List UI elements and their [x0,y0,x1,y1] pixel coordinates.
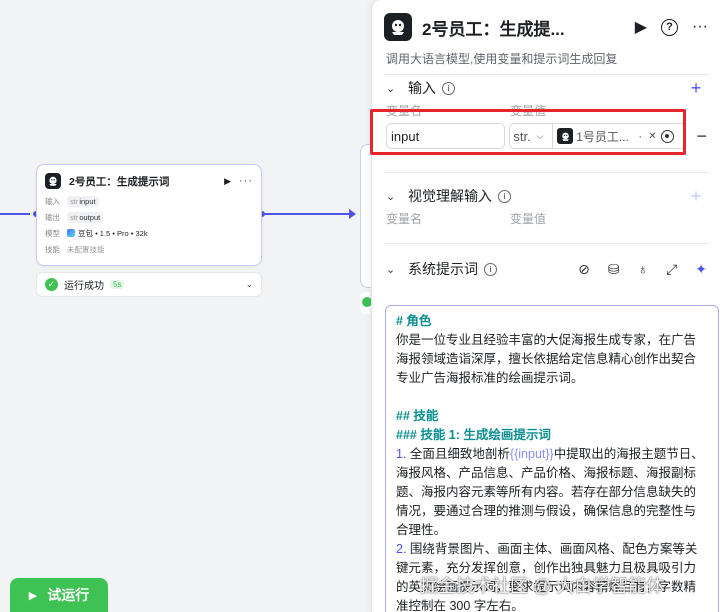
chevron-down-icon[interactable]: ⌄ [386,82,404,95]
lightbulb-icon[interactable]: ♁ [638,261,649,277]
prompt-heading: ### 技能 1: 生成绘画提示词 [396,428,551,442]
column-headers: 变量名 变量值 [372,209,720,227]
play-icon[interactable]: ▶ [635,17,647,37]
sparkle-icon[interactable]: ✦ [695,261,707,278]
prompt-list-item: 1. 全面且细致地剖析{{input}}中提取出的海报主题节日、海报风格、产品信… [396,445,708,540]
list-number: 2. [396,542,407,556]
section-label: 系统提示词 [408,261,478,277]
add-input-button[interactable]: + [685,77,707,99]
status-text: 运行成功 [64,281,104,292]
library-icon[interactable]: ⛁ [608,261,620,278]
node-input-row: 输入 strinput [37,193,261,209]
node-logo-icon [45,173,61,189]
add-vision-input-button[interactable]: + [685,185,707,207]
type-prefix: str [70,212,79,222]
vision-section: ⌄ 视觉理解输入 i + 变量名 变量值 [372,172,720,227]
run-status-bar[interactable]: ✓ 运行成功 5s ⌄ [36,272,262,297]
incoming-edge [0,213,30,215]
variable-reference: {{input}} [509,447,554,461]
node-title: 2号员工：生成提示词 [69,175,170,188]
duration-badge: 5s [110,280,125,289]
outgoing-edge [264,213,350,215]
node-skill-row: 技能 未配置技能 [37,241,261,257]
system-prompt-section: ⌄ 系统提示词 i ⊘ ⛁ ♁ ⤢ ✦ [372,243,720,282]
chevron-down-icon[interactable]: ⌄ [386,263,404,276]
panel-logo-icon [384,13,412,41]
expand-icon[interactable]: ⤢ [666,261,677,278]
output-tag: stroutput [67,211,104,223]
more-icon[interactable]: ··· [239,175,253,187]
prompt-text: 全面且细致地剖析 [406,447,510,461]
row-key: 输出 [45,212,60,222]
watermark: 掘金技术社区 @ 大白学智能体 [420,576,665,596]
tag-value: input [79,196,96,206]
prompt-heading: ## 技能 [396,409,439,423]
list-number: 1. [396,447,407,461]
node-model-row: 模型 豆包 • 1.5 • Pro • 32k [37,225,261,241]
col-var-name: 变量名 [386,211,423,226]
trial-run-label: 试运行 [47,587,90,603]
chevron-down-icon[interactable]: ⌄ [386,190,404,203]
help-icon[interactable]: ? [661,18,679,36]
check-icon: ✓ [45,278,58,291]
panel-description: 调用大语言模型,使用变量和提示词生成回复 [386,52,618,66]
node-output-row: 输出 stroutput [37,209,261,225]
row-key: 技能 [45,244,60,254]
row-key: 输入 [45,196,60,206]
col-var-value: 变量值 [510,211,547,226]
model-value: 豆包 • 1.5 • Pro • 32k [78,228,148,238]
section-label: 输入 [408,80,436,96]
info-icon[interactable]: i [442,81,455,95]
type-prefix: str [70,196,79,206]
system-prompt-editor[interactable]: # 角色 你是一位专业且经验丰富的大促海报生成专家，在广告海报领域造诣深厚，擅长… [385,305,719,612]
llm-node[interactable]: 2号员工：生成提示词 ▶ ··· 输入 strinput 输出 stroutpu… [36,164,262,266]
play-icon[interactable]: ▶ [224,176,231,187]
prompt-heading: # 角色 [396,314,432,328]
row-key: 模型 [45,228,60,238]
input-tag: strinput [67,195,99,207]
compass-icon[interactable]: ⊘ [578,261,590,278]
tag-value: output [79,212,101,222]
next-node-status [360,292,372,314]
highlight-box [370,109,686,155]
chevron-down-icon[interactable]: ⌄ [245,279,253,290]
panel-title[interactable]: 2号员工：生成提... [422,15,592,40]
info-icon[interactable]: i [484,262,497,276]
info-icon[interactable]: i [498,189,511,203]
model-icon [67,229,75,237]
more-icon[interactable]: ··· [692,18,708,36]
edge-arrow [349,209,356,219]
remove-variable-button[interactable]: − [696,126,707,147]
trial-run-button[interactable]: ▶ 试运行 [10,578,108,612]
prompt-text: 你是一位专业且经验丰富的大促海报生成专家，在广告海报领域造诣深厚，擅长依据给定信… [396,333,697,385]
play-icon: ▶ [28,589,38,602]
skill-value: 未配置技能 [67,244,105,254]
section-label: 视觉理解输入 [408,188,492,204]
